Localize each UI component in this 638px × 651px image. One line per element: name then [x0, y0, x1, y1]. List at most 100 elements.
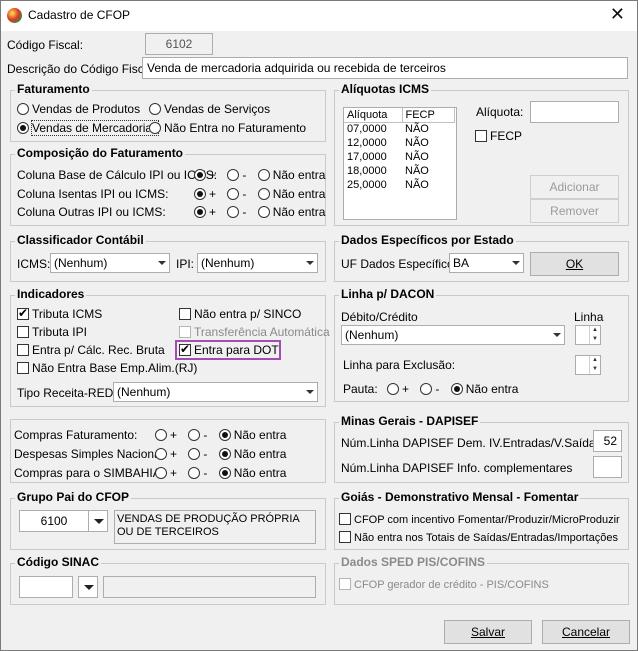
composicao-row-outras-options[interactable]: + - Não entra [194, 205, 325, 219]
compras-group: Compras Faturamento: + - Não entra Despe… [10, 419, 326, 483]
adicionar-button[interactable]: Adicionar [530, 175, 619, 199]
radio-nao-entra-faturamento[interactable]: Não Entra no Faturamento [149, 121, 306, 135]
radio-minus-icon[interactable] [227, 169, 240, 181]
tributa-icms-checkbox[interactable]: Tributa ICMS [17, 306, 103, 321]
radio-minus-icon[interactable] [188, 429, 201, 441]
compras-simbahia-options[interactable]: + - Não entra [155, 466, 286, 480]
spin-up-icon[interactable]: ▲ [589, 326, 600, 335]
goias-nao-entra-label: Não entra nos Totais de Saídas/Entradas/… [354, 532, 618, 544]
table-row[interactable]: 17,0000 NÃO [344, 150, 454, 164]
radio-none-icon[interactable] [257, 169, 270, 181]
nao-entra-sinco-checkbox[interactable]: Não entra p/ SINCO [179, 307, 301, 321]
transferencia-checkbox[interactable]: Transferência Automática [179, 325, 330, 339]
descricao-label: Descrição do Código Fiscal: [7, 62, 157, 76]
radio-plus-icon[interactable] [155, 467, 167, 479]
minas-linha2-input[interactable] [593, 456, 622, 478]
compras-faturamento-options[interactable]: + - Não entra [155, 428, 286, 442]
goias-nao-entra-checkbox[interactable]: Não entra nos Totais de Saídas/Entradas/… [339, 531, 618, 544]
plus-label: + [209, 187, 217, 201]
aliquotas-table[interactable]: Alíquota FECP 07,0000 NÃO 12,0000 NÃO 17,0… [343, 107, 457, 220]
radio-vendas-servicos[interactable]: Vendas de Serviços [149, 102, 270, 116]
radio-plus-icon[interactable] [194, 206, 206, 218]
radio-minus-icon[interactable] [188, 467, 201, 479]
codigo-fiscal-field[interactable]: 6102 [145, 33, 213, 55]
cancelar-button[interactable]: Cancelar [542, 620, 630, 644]
radio-plus-icon[interactable] [194, 169, 206, 181]
radio-minus-icon[interactable] [420, 383, 433, 395]
sinac-dropdown[interactable] [78, 576, 98, 598]
radio-label: Vendas de Produtos [32, 102, 141, 116]
checkbox-checked-icon [17, 306, 29, 320]
fecp-checkbox[interactable]: FECP [475, 129, 522, 143]
descricao-field[interactable]: Venda de mercadoria adquirida ou recebid… [142, 57, 628, 79]
radio-plus-icon[interactable] [155, 429, 167, 441]
radio-vendas-mercadorias[interactable]: Vendas de Mercadorias [17, 120, 160, 136]
radio-none-icon[interactable] [257, 188, 270, 200]
tipo-receita-select[interactable]: (Nenhum) [113, 382, 318, 402]
grupo-pai-code[interactable]: 6100 [19, 510, 89, 532]
faturamento-title: Faturamento [15, 82, 92, 96]
sinac-description [103, 576, 316, 598]
checkbox-icon [17, 326, 29, 338]
none-label: Não entra [465, 382, 519, 396]
ok-button[interactable]: OK [530, 252, 619, 276]
radio-minus-icon[interactable] [188, 448, 201, 460]
cell-fecp: NÃO [405, 151, 429, 163]
radio-vendas-produtos[interactable]: Vendas de Produtos [17, 102, 140, 116]
sinac-code[interactable] [19, 576, 73, 598]
nao-entra-base-checkbox[interactable]: Não Entra Base Emp.Alim.(RJ) [17, 361, 197, 375]
spin-down-icon[interactable]: ▼ [589, 335, 600, 344]
composicao-row-isentas-options[interactable]: + - Não entra [194, 187, 325, 201]
sinac-title: Código SINAC [15, 555, 101, 569]
entra-dot-checkbox[interactable]: Entra para DOT [179, 342, 279, 357]
uf-select[interactable]: BA [449, 253, 524, 273]
grupo-pai-dropdown[interactable] [88, 510, 108, 532]
cancelar-label: Cancelar [561, 625, 611, 639]
title-bar: Cadastro de CFOP ✕ [1, 1, 637, 31]
ipi-label: IPI: [176, 257, 195, 271]
despesas-simples-options[interactable]: + - Não entra [155, 447, 286, 461]
radio-none-icon[interactable] [257, 206, 270, 218]
debito-select[interactable]: (Nenhum) [341, 325, 565, 345]
ipi-select[interactable]: (Nenhum) [197, 253, 318, 273]
remover-button[interactable]: Remover [530, 199, 619, 223]
spin-down-icon[interactable]: ▼ [589, 365, 600, 374]
table-row[interactable]: 12,0000 NÃO [344, 136, 454, 150]
table-row[interactable]: 18,0000 NÃO [344, 164, 454, 178]
icms-select[interactable]: (Nenhum) [50, 253, 170, 273]
exclusao-spinner[interactable]: ▲ ▼ [575, 355, 601, 375]
composicao-row-base-options[interactable]: + - Não entra [194, 168, 325, 182]
aliquota-input[interactable] [530, 101, 619, 123]
chevron-down-icon [553, 333, 561, 337]
col-fecp[interactable]: FECP [402, 108, 455, 123]
aliquota-label: Alíquota: [476, 105, 524, 119]
radio-none-icon[interactable] [450, 383, 463, 395]
spin-up-icon[interactable]: ▲ [589, 356, 600, 365]
tributa-ipi-checkbox[interactable]: Tributa IPI [17, 325, 87, 339]
sped-credito-checkbox[interactable]: CFOP gerador de crédito - PIS/COFINS [339, 578, 549, 591]
chevron-down-icon [94, 519, 104, 524]
radio-plus-icon[interactable] [194, 188, 206, 200]
minus-label: - [242, 205, 247, 219]
col-aliquota[interactable]: Alíquota [344, 108, 403, 123]
radio-none-icon[interactable] [218, 448, 231, 460]
close-icon[interactable]: ✕ [610, 4, 625, 24]
goias-incentivo-checkbox[interactable]: CFOP com incentivo Fomentar/Produzir/Mic… [339, 513, 620, 526]
radio-minus-icon[interactable] [227, 188, 240, 200]
radio-plus-icon[interactable] [155, 448, 167, 460]
radio-plus-icon[interactable] [387, 383, 400, 395]
table-row[interactable]: 25,0000 NÃO [344, 178, 454, 192]
ok-label: OK [565, 257, 584, 271]
debito-label: Débito/Crédito [341, 310, 418, 324]
minas-linha1-input[interactable]: 52 [593, 430, 622, 452]
table-row[interactable]: 07,0000 NÃO [344, 122, 454, 136]
entra-calc-checkbox[interactable]: Entra p/ Cálc. Rec. Bruta [17, 343, 165, 357]
salvar-button[interactable]: Salvar [444, 620, 532, 644]
checkbox-icon [339, 531, 351, 543]
linha-spinner[interactable]: ▲ ▼ [575, 325, 601, 345]
tributa-icms-label: Tributa ICMS [32, 307, 103, 321]
radio-none-icon[interactable] [218, 429, 231, 441]
ipi-value: (Nenhum) [201, 256, 255, 270]
radio-minus-icon[interactable] [227, 206, 240, 218]
radio-none-icon[interactable] [218, 467, 231, 479]
